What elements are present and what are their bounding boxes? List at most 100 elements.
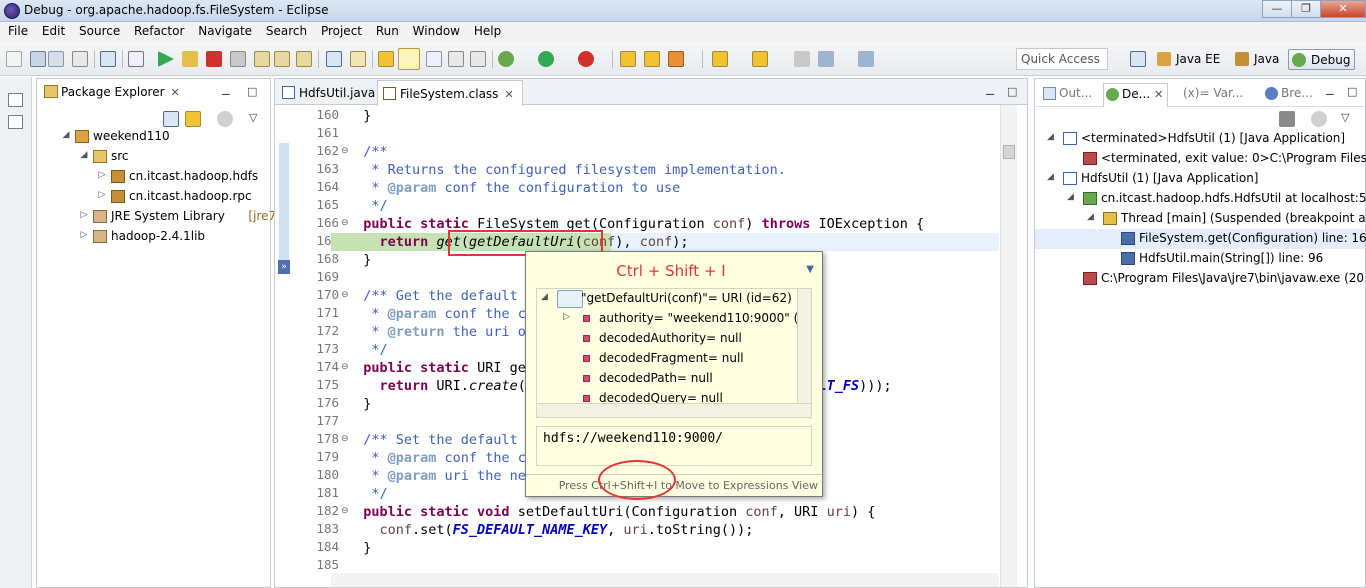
code-line[interactable]: * @param conf the configuration to use: [347, 179, 680, 197]
expand-closed-icon[interactable]: ▷: [79, 210, 89, 220]
code-line[interactable]: public static URI getD: [347, 359, 542, 377]
quick-access-input[interactable]: Quick Access: [1016, 48, 1108, 70]
navigator-view-icon[interactable]: [8, 115, 23, 129]
tab-filesystem-class[interactable]: FileSystem.class ✕: [377, 80, 523, 106]
maximize-view-icon[interactable]: □: [1347, 85, 1357, 98]
last-edit-location-icon[interactable]: [794, 51, 810, 67]
restore-icon[interactable]: [8, 93, 23, 107]
chevron-down-icon[interactable]: ▽: [249, 111, 257, 124]
terminate-icon[interactable]: [206, 51, 222, 67]
expand-closed-icon[interactable]: ▷: [97, 190, 107, 200]
inspect-field-row[interactable]: decodedPath= null: [537, 369, 797, 389]
expand-open-icon[interactable]: ◢: [1067, 192, 1074, 202]
menu-source[interactable]: Source: [79, 22, 120, 38]
menu-edit[interactable]: Edit: [42, 22, 65, 38]
code-line[interactable]: /** Get the default fi: [347, 287, 542, 305]
show-whitespace-icon[interactable]: [470, 51, 486, 67]
minimize-editor-icon[interactable]: ⚊: [985, 85, 995, 98]
expand-open-icon[interactable]: ◢: [541, 292, 548, 302]
maximize-editor-icon[interactable]: □: [1007, 85, 1017, 98]
use-step-filters-icon[interactable]: [350, 51, 366, 67]
console-icon[interactable]: [100, 51, 116, 67]
maximize-button[interactable]: ❐: [1291, 0, 1321, 18]
tree-item[interactable]: ▷ JRE System Library [jre7]: [37, 207, 281, 227]
external-tools-icon[interactable]: [578, 51, 594, 67]
tab-breakpoints[interactable]: Bre...: [1263, 83, 1317, 105]
code-line[interactable]: conf.set(FS_DEFAULT_NAME_KEY, uri.toStri…: [347, 521, 754, 539]
debug-tree-item[interactable]: ◢ Thread [main] (Suspended (breakpoint at: [1035, 209, 1366, 229]
menu-window[interactable]: Window: [413, 22, 460, 38]
code-line[interactable]: */: [347, 341, 387, 359]
menu-file[interactable]: File: [8, 22, 28, 38]
debug-tree-item[interactable]: ◢ cn.itcast.hadoop.hdfs.HdfsUtil at local…: [1035, 189, 1366, 209]
inspect-detail-pane[interactable]: hdfs://weekend110:9000/: [536, 426, 812, 466]
code-line[interactable]: */: [347, 485, 387, 503]
save-all-icon[interactable]: [48, 51, 64, 67]
minimize-button[interactable]: —: [1262, 0, 1292, 18]
inspect-horizontal-scrollbar[interactable]: [537, 403, 811, 417]
open-perspective-icon[interactable]: [1130, 51, 1146, 67]
code-line[interactable]: }: [347, 395, 371, 413]
inspect-vertical-scrollbar[interactable]: [797, 289, 811, 403]
perspective-debug[interactable]: Debug: [1288, 49, 1356, 70]
disconnect-icon[interactable]: [230, 51, 246, 67]
new-icon[interactable]: [6, 51, 22, 67]
code-line[interactable]: /**: [347, 143, 387, 161]
tab-outline[interactable]: Out...: [1041, 83, 1096, 105]
new-java-package-icon[interactable]: [620, 51, 636, 67]
editor-vertical-scrollbar[interactable]: [1000, 105, 1017, 587]
collapse-all-icon[interactable]: [163, 111, 179, 127]
expand-open-icon[interactable]: ◢: [1047, 132, 1054, 142]
step-return-icon[interactable]: [296, 51, 312, 67]
close-tab-icon[interactable]: ✕: [171, 86, 180, 99]
view-menu-icon[interactable]: [1311, 111, 1327, 127]
drop-to-frame-icon[interactable]: [326, 51, 342, 67]
code-line[interactable]: }: [347, 251, 371, 269]
run-icon[interactable]: [538, 51, 554, 67]
expand-closed-icon[interactable]: ▷: [563, 312, 570, 322]
code-line[interactable]: * @param uri the new: [347, 467, 534, 485]
forward-icon[interactable]: [858, 51, 874, 67]
remove-terminated-icon[interactable]: [1279, 111, 1295, 127]
debug-tree-item[interactable]: ◢ <terminated>HdfsUtil (1) [Java Applicat…: [1035, 129, 1365, 149]
code-line[interactable]: * Returns the configured filesystem impl…: [347, 161, 786, 179]
debug-tree-item[interactable]: <terminated, exit value: 0>C:\Program Fi…: [1035, 149, 1366, 169]
minimize-view-icon[interactable]: ⚊: [221, 85, 231, 98]
popup-menu-icon[interactable]: ▼: [806, 264, 814, 275]
expand-closed-icon[interactable]: ▷: [79, 230, 89, 240]
perspective-java-ee[interactable]: Java EE: [1154, 49, 1224, 70]
toggle-mark-occurrences-icon[interactable]: [378, 51, 394, 67]
expand-open-icon[interactable]: ◢: [79, 150, 89, 160]
link-with-editor-icon[interactable]: [185, 111, 201, 127]
debug-tree-item[interactable]: FileSystem.get(Configuration) line: 167: [1035, 229, 1366, 249]
expand-open-icon[interactable]: ◢: [1087, 212, 1094, 222]
debug-tree-item[interactable]: ◢ HdfsUtil (1) [Java Application]: [1035, 169, 1365, 189]
menu-project[interactable]: Project: [321, 22, 362, 38]
code-line[interactable]: public static void setDefaultUri(Configu…: [347, 503, 875, 521]
code-line[interactable]: public static FileSystem get(Configurati…: [347, 215, 924, 233]
close-button[interactable]: ✕: [1320, 0, 1366, 18]
word-wrap-icon[interactable]: [426, 51, 442, 67]
code-line[interactable]: /** Set the default fi: [347, 431, 542, 449]
back-icon[interactable]: [818, 51, 834, 67]
inspect-field-row[interactable]: ▷ authority= "weekend110:9000" (id: [537, 309, 809, 329]
menu-navigate[interactable]: Navigate: [198, 22, 252, 38]
block-selection-icon[interactable]: [448, 51, 464, 67]
resume-icon[interactable]: [158, 51, 174, 67]
view-menu-icon[interactable]: [217, 111, 233, 127]
next-annotation-icon[interactable]: [712, 51, 728, 67]
highlight-pen-icon[interactable]: [398, 48, 420, 70]
chevron-down-icon[interactable]: ▽: [1341, 111, 1349, 124]
menu-refactor[interactable]: Refactor: [134, 22, 184, 38]
menu-run[interactable]: Run: [376, 22, 399, 38]
step-into-icon[interactable]: [254, 51, 270, 67]
code-line[interactable]: * @param conf the con: [347, 449, 542, 467]
tree-item[interactable]: ▷ cn.itcast.hadoop.rpc: [37, 187, 269, 207]
package-explorer-tab[interactable]: Package Explorer ✕: [39, 79, 186, 105]
tab-debug[interactable]: De... ✕: [1103, 83, 1169, 107]
debug-bug-icon[interactable]: [498, 51, 514, 67]
tree-item[interactable]: ▷ cn.itcast.hadoop.hdfs: [37, 167, 269, 187]
previous-annotation-icon[interactable]: [752, 51, 768, 67]
code-line[interactable]: }: [347, 107, 371, 125]
menu-help[interactable]: Help: [474, 22, 501, 38]
